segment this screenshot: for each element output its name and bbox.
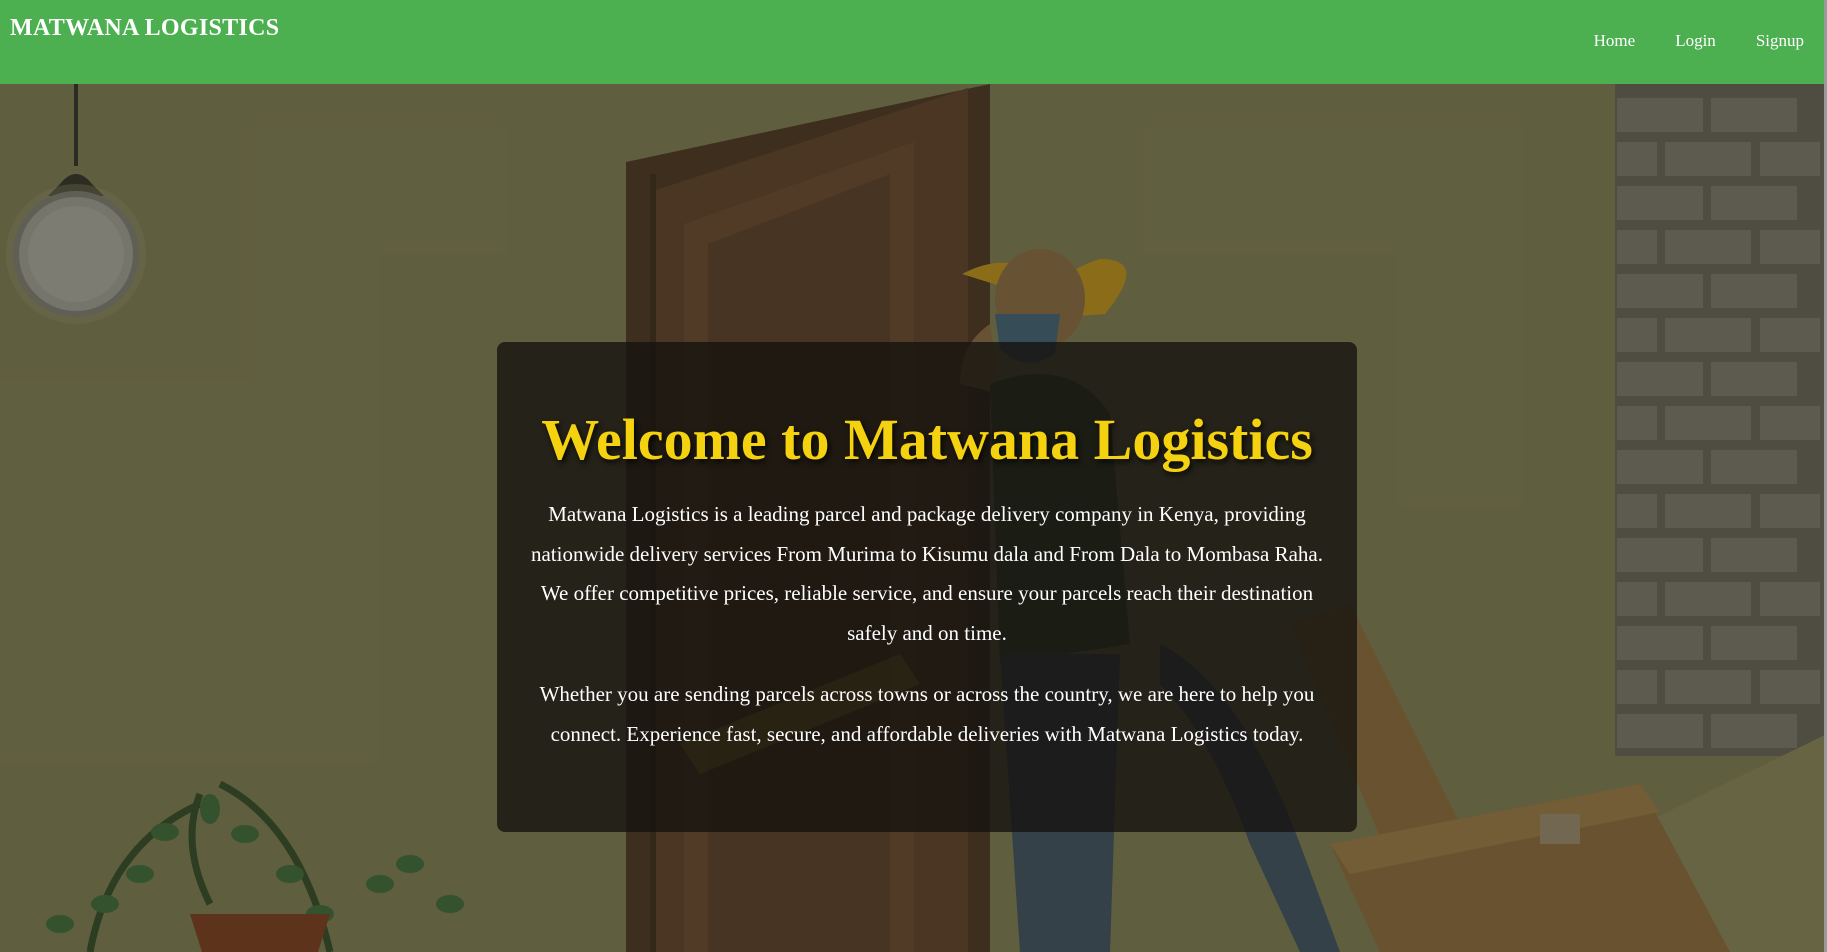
nav-links: Home Login Signup <box>1574 31 1824 51</box>
hero-title: Welcome to Matwana Logistics <box>541 407 1313 472</box>
hero-paragraph-1: Matwana Logistics is a leading parcel an… <box>530 502 1323 645</box>
nav-home-link[interactable]: Home <box>1574 31 1656 51</box>
nav-login-link[interactable]: Login <box>1655 31 1736 51</box>
welcome-card: Welcome to Matwana Logistics Matwana Log… <box>497 342 1357 832</box>
nav-signup-link[interactable]: Signup <box>1736 31 1824 51</box>
hero-paragraph-2: Whether you are sending parcels across t… <box>539 682 1315 746</box>
brand-logo[interactable]: MATWANA LOGISTICS <box>10 15 279 42</box>
top-navbar: MATWANA LOGISTICS Home Login Signup <box>0 0 1827 84</box>
hero-section: Welcome to Matwana Logistics Matwana Log… <box>0 84 1827 952</box>
